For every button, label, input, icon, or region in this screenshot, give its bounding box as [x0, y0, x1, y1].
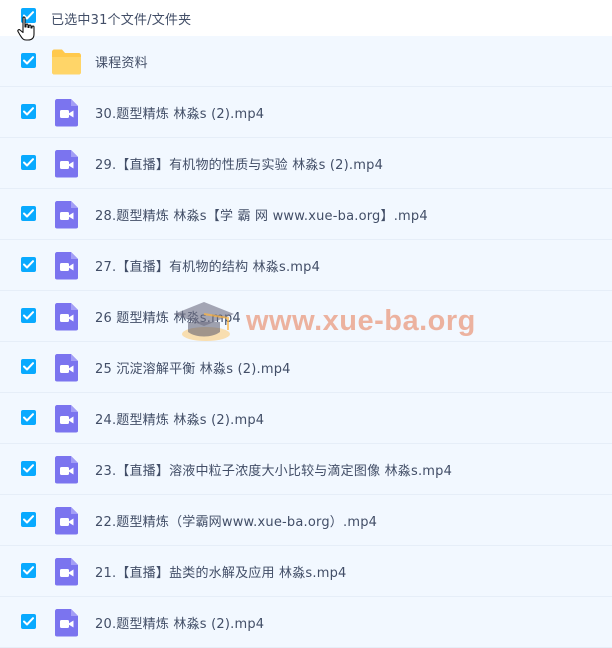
file-checkbox[interactable]: [21, 257, 36, 272]
checkmark-icon: [23, 362, 34, 371]
file-row[interactable]: 27.【直播】有机物的结构 林淼s.mp4: [0, 240, 612, 291]
checkmark-icon: [23, 311, 34, 320]
video-file-icon: [51, 506, 82, 535]
checkmark-icon: [23, 617, 34, 626]
file-row[interactable]: 25 沉淀溶解平衡 林淼s (2).mp4: [0, 342, 612, 393]
file-name[interactable]: 22.题型精炼（学霸网www.xue-ba.org）.mp4: [95, 511, 377, 530]
video-file-icon: [51, 353, 82, 382]
file-name[interactable]: 26 题型精炼 林淼s.mp4: [95, 307, 241, 326]
folder-icon: [51, 47, 82, 76]
file-name[interactable]: 23.【直播】溶液中粒子浓度大小比较与滴定图像 林淼s.mp4: [95, 460, 452, 479]
file-checkbox[interactable]: [21, 104, 36, 119]
file-checkbox[interactable]: [21, 563, 36, 578]
video-file-icon: [51, 557, 82, 586]
video-file-icon: [51, 149, 82, 178]
file-name[interactable]: 24.题型精炼 林淼s (2).mp4: [95, 409, 264, 428]
file-list: 课程资料 30.题型精炼 林淼s (2).mp4 29.【直播】有机物的性质与实验 …: [0, 36, 612, 648]
file-name[interactable]: 29.【直播】有机物的性质与实验 林淼s (2).mp4: [95, 154, 383, 173]
file-checkbox[interactable]: [21, 53, 36, 68]
file-row[interactable]: 21.【直播】盐类的水解及应用 林淼s.mp4: [0, 546, 612, 597]
checkmark-icon: [23, 515, 34, 524]
checkmark-icon: [23, 158, 34, 167]
file-checkbox[interactable]: [21, 155, 36, 170]
video-file-icon: [51, 404, 82, 433]
file-checkbox[interactable]: [21, 206, 36, 221]
file-row[interactable]: 29.【直播】有机物的性质与实验 林淼s (2).mp4: [0, 138, 612, 189]
checkmark-icon: [23, 260, 34, 269]
checkmark-icon: [23, 464, 34, 473]
file-row[interactable]: 26 题型精炼 林淼s.mp4: [0, 291, 612, 342]
file-row[interactable]: 20.题型精炼 林淼s (2).mp4: [0, 597, 612, 648]
file-name[interactable]: 21.【直播】盐类的水解及应用 林淼s.mp4: [95, 562, 347, 581]
file-row[interactable]: 28.题型精炼 林淼s【学 霸 网 www.xue-ba.org】.mp4: [0, 189, 612, 240]
file-checkbox[interactable]: [21, 614, 36, 629]
file-row[interactable]: 30.题型精炼 林淼s (2).mp4: [0, 87, 612, 138]
checkmark-icon: [23, 107, 34, 116]
file-name[interactable]: 课程资料: [95, 52, 148, 71]
selection-header: 已选中31个文件/文件夹: [0, 0, 612, 36]
file-row[interactable]: 23.【直播】溶液中粒子浓度大小比较与滴定图像 林淼s.mp4: [0, 444, 612, 495]
file-name[interactable]: 27.【直播】有机物的结构 林淼s.mp4: [95, 256, 320, 275]
file-row[interactable]: 22.题型精炼（学霸网www.xue-ba.org）.mp4: [0, 495, 612, 546]
checkmark-icon: [23, 566, 34, 575]
file-name[interactable]: 20.题型精炼 林淼s (2).mp4: [95, 613, 264, 632]
file-name[interactable]: 30.题型精炼 林淼s (2).mp4: [95, 103, 264, 122]
checkmark-icon: [23, 56, 34, 65]
file-name[interactable]: 28.题型精炼 林淼s【学 霸 网 www.xue-ba.org】.mp4: [95, 205, 428, 224]
checkmark-icon: [23, 209, 34, 218]
file-row[interactable]: 课程资料: [0, 36, 612, 87]
video-file-icon: [51, 251, 82, 280]
file-checkbox[interactable]: [21, 410, 36, 425]
file-checkbox[interactable]: [21, 512, 36, 527]
file-row[interactable]: 24.题型精炼 林淼s (2).mp4: [0, 393, 612, 444]
selection-count-text: 已选中31个文件/文件夹: [51, 13, 192, 28]
file-checkbox[interactable]: [21, 461, 36, 476]
video-file-icon: [51, 302, 82, 331]
video-file-icon: [51, 608, 82, 637]
video-file-icon: [51, 200, 82, 229]
video-file-icon: [51, 98, 82, 127]
hand-cursor-icon: [17, 16, 35, 41]
file-checkbox[interactable]: [21, 308, 36, 323]
video-file-icon: [51, 455, 82, 484]
file-name[interactable]: 25 沉淀溶解平衡 林淼s (2).mp4: [95, 358, 291, 377]
file-checkbox[interactable]: [21, 359, 36, 374]
checkmark-icon: [23, 413, 34, 422]
